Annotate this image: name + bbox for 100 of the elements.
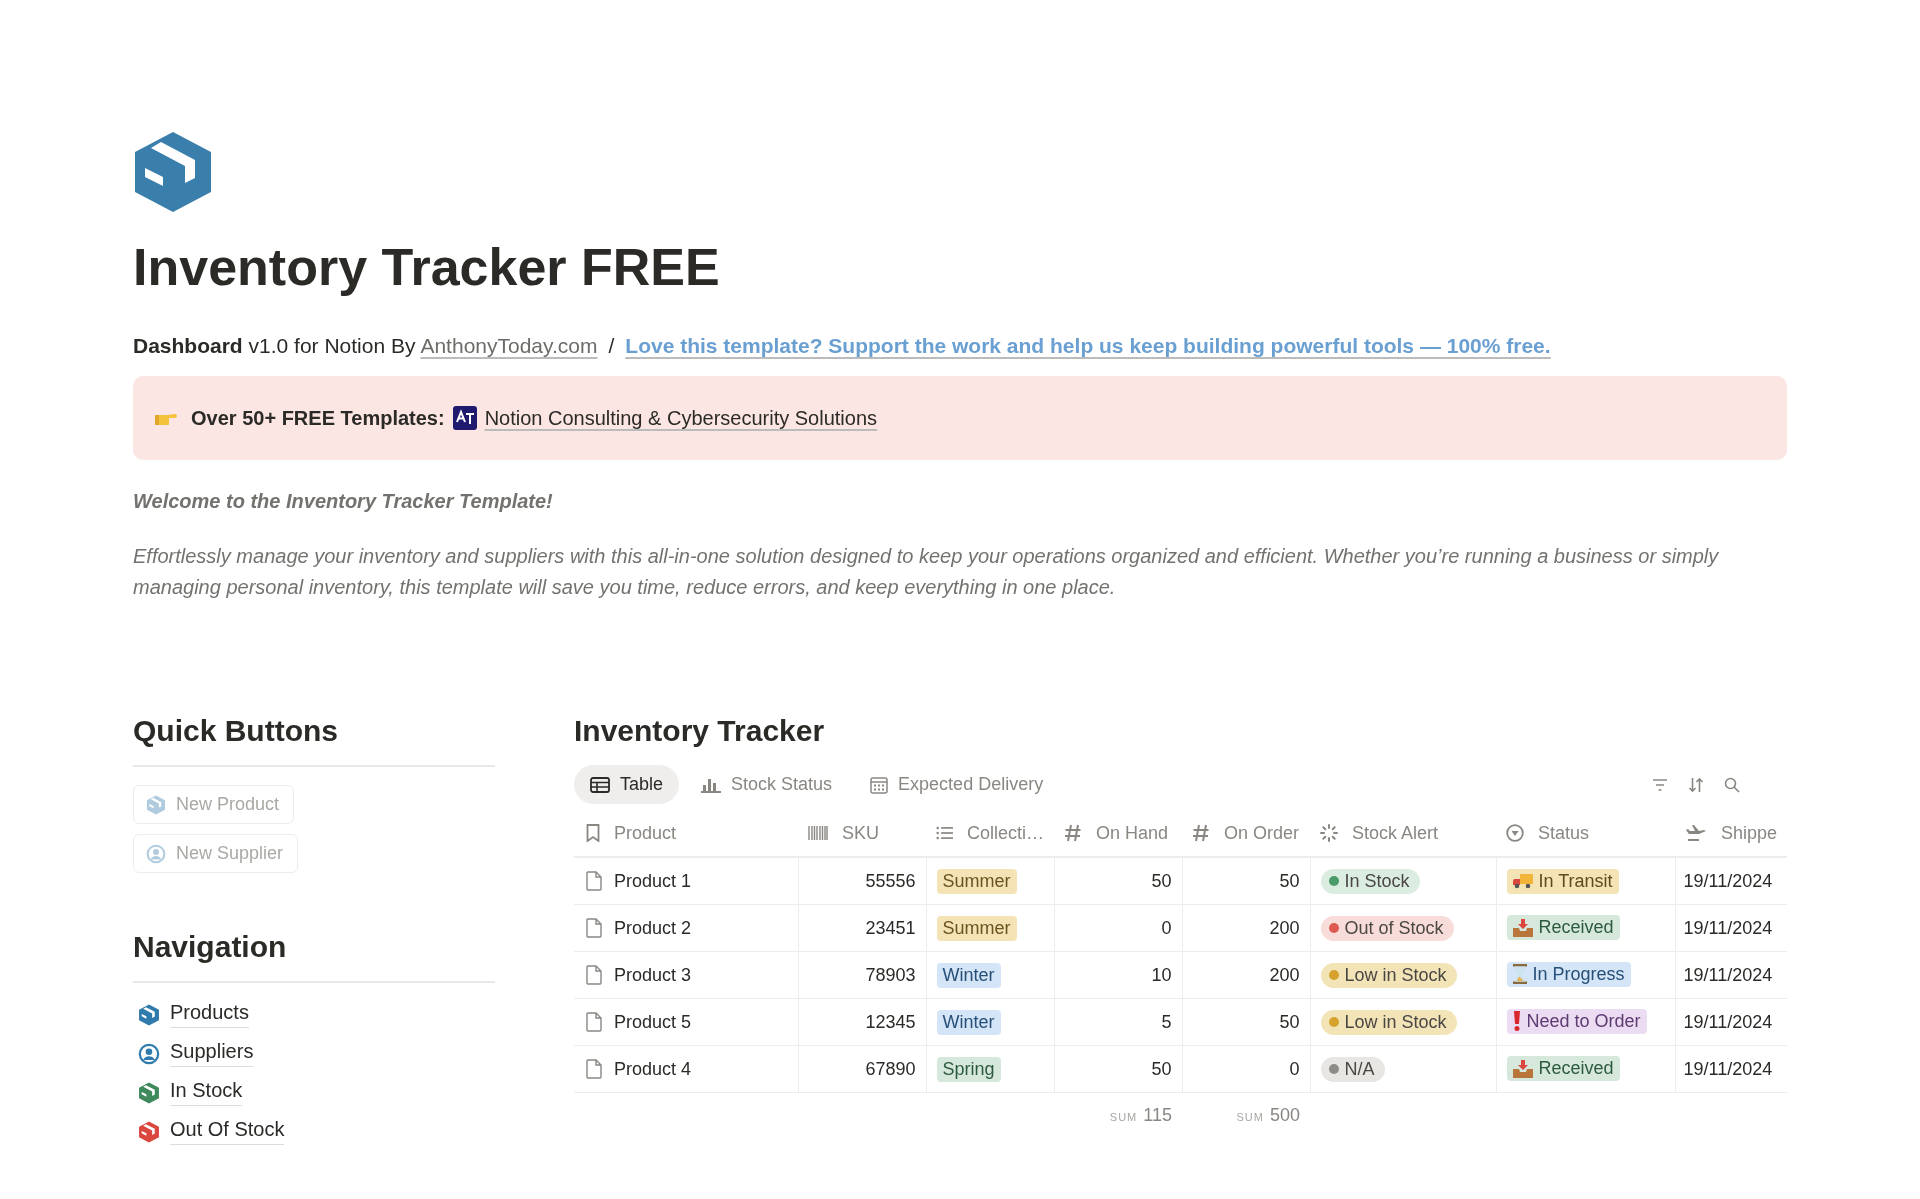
product-name[interactable]: Product 4 (614, 1058, 692, 1080)
stock-alert-pill: In Stock (1320, 868, 1420, 894)
product-name[interactable]: Product 2 (614, 917, 692, 939)
sum-value: 500 (1269, 1104, 1300, 1126)
table-cell: 78903 (865, 964, 916, 985)
translate-icon (452, 406, 477, 431)
table-cell: 0 (1161, 917, 1172, 938)
stock-alert-pill: Low in Stock (1320, 962, 1457, 988)
column-header[interactable]: On Order (1224, 822, 1300, 844)
status-tag: Received (1506, 1056, 1620, 1082)
status-tag: In Progress (1506, 961, 1631, 987)
table-cell: 55556 (865, 870, 916, 891)
table-cell: 5 (1161, 1011, 1172, 1032)
inbox-tray-icon (1512, 1059, 1533, 1078)
table-cell: 12345 (865, 1011, 916, 1032)
column-header[interactable]: Product (614, 822, 677, 844)
column-header[interactable]: Collecti… (966, 822, 1044, 844)
bar-chart-icon (701, 776, 722, 793)
author-link[interactable]: AnthonyToday.com (420, 334, 598, 359)
column-header[interactable]: On Hand (1096, 822, 1169, 844)
section-heading: Quick Buttons (133, 713, 339, 750)
column-header[interactable]: Stock Alert (1352, 822, 1439, 844)
support-link[interactable]: Love this template? Support the work and help us keep building powerful tools — 100% free. (625, 334, 1551, 359)
quick-button[interactable]: New Supplier (133, 834, 299, 874)
hourglass-icon (1512, 964, 1527, 985)
product-name[interactable]: Product 3 (614, 964, 692, 986)
box-icon (138, 1120, 160, 1143)
status-tag: In Transit (1506, 868, 1619, 894)
search-icon[interactable] (1724, 776, 1740, 793)
table-cell: 200 (1269, 917, 1300, 938)
table-cell: 0 (1289, 1058, 1300, 1079)
sum-label: SUM (1109, 1110, 1138, 1123)
person-icon (146, 843, 166, 864)
box-icon (138, 1081, 160, 1104)
page-title: Inventory Tracker FREE (133, 237, 721, 298)
sort-icon[interactable] (1688, 776, 1704, 793)
section-heading: Navigation (133, 929, 288, 966)
stock-alert-pill: N/A (1320, 1056, 1385, 1082)
quick-button[interactable]: New Product (133, 785, 295, 825)
sum-value: 115 (1143, 1104, 1172, 1126)
description-text: Effortlessly manage your inventory and suppliers with this all-in-one solution designed to keep your operations organized and efficient. Whether you’re running a business or simply managing personal inventory, this template will save you time, reduce errors, and keep everything in one place. (133, 544, 1720, 601)
table-cell: 200 (1269, 964, 1300, 985)
collection-tag: Summer (936, 915, 1017, 941)
table-cell: 50 (1151, 870, 1172, 891)
nav-link[interactable]: In Stock (170, 1079, 243, 1107)
view-tab[interactable]: Expected Delivery (854, 765, 1060, 805)
list-icon (936, 825, 953, 842)
page-icon (586, 1012, 602, 1033)
hash-icon (1192, 824, 1210, 843)
column-header[interactable]: Status (1538, 822, 1590, 844)
dropdown-icon (1506, 824, 1524, 843)
table-icon (590, 776, 610, 793)
separator: / (608, 334, 615, 359)
airplane-icon (1685, 824, 1707, 843)
page-icon (586, 918, 602, 939)
subtitle-text: Dashboard v1.0 for Notion By (133, 334, 416, 359)
table-cell: 19/11/2024 (1683, 1011, 1773, 1032)
product-name[interactable]: Product 5 (614, 1011, 692, 1033)
hash-icon (1064, 824, 1082, 843)
box-icon (138, 1003, 160, 1026)
collection-tag: Summer (936, 868, 1017, 894)
table-cell: 19/11/2024 (1683, 917, 1773, 938)
bookmark-icon (586, 824, 600, 843)
table-cell: 19/11/2024 (1683, 1058, 1773, 1079)
sum-label: SUM (1236, 1110, 1264, 1123)
page-icon (586, 871, 602, 892)
table-cell: 23451 (865, 917, 916, 938)
filter-icon[interactable] (1652, 777, 1668, 792)
barcode-icon (808, 825, 828, 842)
person-icon (138, 1042, 160, 1065)
box-icon (146, 794, 166, 815)
nav-link[interactable]: Out Of Stock (170, 1118, 285, 1146)
banner-label: Over 50+ FREE Templates: (191, 406, 445, 430)
table-cell: 10 (1151, 964, 1172, 985)
product-name[interactable]: Product 1 (614, 870, 692, 892)
stock-alert-pill: Out of Stock (1320, 915, 1454, 941)
status-tag: Need to Order (1506, 1008, 1647, 1034)
view-tab[interactable]: Table (574, 765, 680, 805)
calendar-icon (870, 775, 889, 794)
truck-icon (1512, 873, 1533, 890)
banner-link[interactable]: Notion Consulting & Cybersecurity Solutions (484, 406, 878, 430)
status-tag: Received (1506, 915, 1620, 941)
nav-link[interactable]: Products (170, 1001, 249, 1029)
table-cell: 19/11/2024 (1683, 964, 1773, 985)
collection-tag: Winter (936, 1009, 1001, 1035)
loading-icon (1320, 824, 1338, 843)
page-icon (586, 965, 602, 986)
page-icon (586, 1059, 602, 1080)
table-cell: 67890 (865, 1058, 916, 1079)
nav-link[interactable]: Suppliers (170, 1040, 254, 1068)
table-cell: 50 (1279, 1011, 1300, 1032)
section-heading: Inventory Tracker (574, 713, 826, 750)
welcome-text: Welcome to the Inventory Tracker Template! (133, 490, 554, 514)
inbox-tray-icon (1512, 918, 1533, 937)
stock-alert-pill: Low in Stock (1320, 1009, 1457, 1035)
view-tab[interactable]: Stock Status (685, 765, 849, 805)
column-header[interactable]: SKU (842, 822, 879, 844)
column-header[interactable]: Shippe (1720, 822, 1777, 844)
table-cell: 50 (1151, 1058, 1172, 1079)
table-cell: 50 (1279, 870, 1300, 891)
